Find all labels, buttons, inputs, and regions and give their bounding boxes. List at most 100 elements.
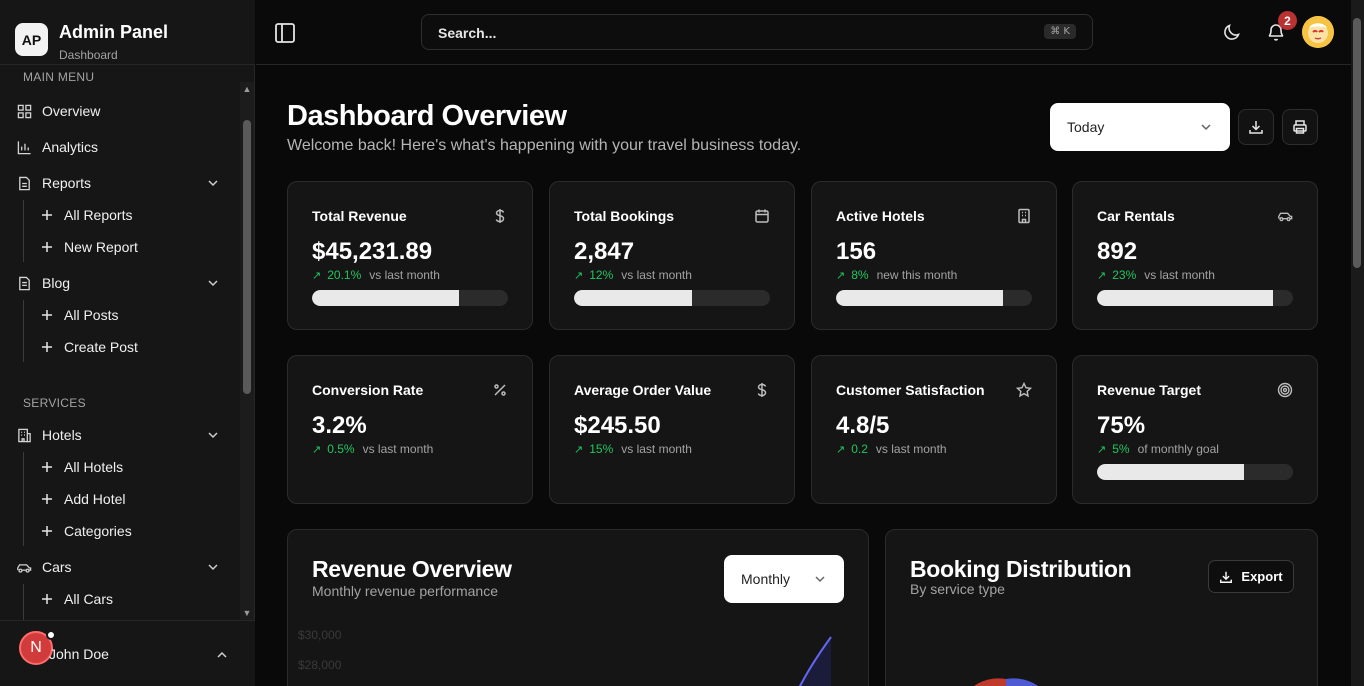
stat-value: 892 [1097,238,1138,265]
sidebar-item-reports[interactable]: Reports [10,168,232,198]
sidebar-item-overview[interactable]: Overview [10,96,232,126]
revenue-line-chart [798,636,832,686]
sidebar-subitem-all-hotels[interactable]: All Hotels [40,454,123,480]
sidebar-scroll-thumb[interactable] [243,120,251,394]
stat-delta: ↗ 5% of monthly goal [1097,442,1219,456]
printer-icon [1293,120,1307,134]
page-scrollbar[interactable] [1351,0,1364,686]
moon-icon[interactable] [1222,22,1242,42]
plus-icon [40,208,54,222]
plus-icon [40,592,54,606]
sidebar-item-label: Reports [42,175,92,191]
pie-slice-red [973,678,1006,686]
stat-delta-note: vs last month [362,442,434,456]
page-subtitle: Welcome back! Here's what's happening wi… [287,137,802,154]
sidebar-item-label: Analytics [42,139,99,155]
sidebar-subitem-all-reports[interactable]: All Reports [40,202,132,228]
stat-title: Active Hotels [836,208,925,224]
download-button[interactable] [1238,109,1274,145]
stat-delta-note: vs last month [621,442,692,456]
search-placeholder: Search... [438,25,497,41]
car-icon [1277,208,1293,224]
chevron-down-icon [1199,120,1213,134]
progress-fill [312,290,459,306]
section-main-menu: MAIN MENU [23,70,95,84]
chevron-up-icon[interactable] [215,648,229,662]
stat-value: 3.2% [312,412,367,439]
chevron-down-icon[interactable] [206,176,220,190]
progress-bar [836,290,1032,306]
stat-card-total-revenue: Total Revenue $45,231.89 ↗ 20.1% vs last m… [287,181,533,330]
notification-badge: 2 [1278,11,1297,30]
print-button[interactable] [1282,109,1318,145]
stat-value: 75% [1097,412,1146,439]
sidebar-item-analytics[interactable]: Analytics [10,132,232,162]
trend-up-icon: ↗ [836,443,846,456]
sidebar-subitem-create-post[interactable]: Create Post [40,334,138,360]
chevron-down-icon[interactable] [206,560,220,574]
stat-delta-value: 20.1% [327,268,362,282]
sidebar: AP Admin Panel Dashboard MAIN MENU Overv… [0,0,255,686]
plus-icon [40,308,54,322]
trend-up-icon: ↗ [574,443,584,456]
user-name: John Doe [49,646,109,662]
section-services: SERVICES [23,396,86,410]
percent-icon [492,382,508,398]
sidebar-toggle-icon[interactable] [274,22,296,44]
submenu-line [23,200,24,262]
sidebar-item-blog[interactable]: Blog [10,268,232,298]
user-menu[interactable]: N John Doe [0,620,255,686]
hotel-icon [1016,208,1032,224]
page-scroll-thumb[interactable] [1353,18,1361,268]
revenue-period-select[interactable]: Monthly [724,555,844,603]
sidebar-subitem-label: All Posts [64,307,119,323]
brand-title: Admin Panel [59,22,169,42]
sidebar-item-hotels[interactable]: Hotels [10,420,232,450]
file-text-icon [16,275,32,291]
sidebar-scrollbar[interactable]: ▲ ▼ [240,82,254,620]
brand-subtitle: Dashboard [59,48,118,62]
sidebar-item-label: Overview [42,103,101,119]
scroll-down-arrow-icon[interactable]: ▼ [242,608,252,618]
trend-up-icon: ↗ [1097,443,1107,456]
sidebar-item-label: Hotels [42,427,82,443]
chevron-down-icon[interactable] [206,276,220,290]
stat-delta-value: 0.5% [327,442,355,456]
stat-delta: ↗ 0.5% vs last month [312,442,433,456]
stat-card-conversion-rate: Conversion Rate 3.2% ↗ 0.5% vs last month [287,355,533,504]
page-title: Dashboard Overview [287,100,567,132]
sidebar-item-cars[interactable]: Cars [10,552,232,582]
revenue-overview-panel: Revenue Overview Monthly revenue perform… [287,529,869,686]
stat-value: 156 [836,238,877,265]
trend-up-icon: ↗ [574,269,584,282]
download-icon [1249,121,1263,134]
stat-card-total-bookings: Total Bookings 2,847 ↗ 12% vs last month [549,181,795,330]
grid-icon [16,103,32,119]
car-icon [16,559,32,575]
building-icon [16,427,32,443]
search-input[interactable]: Search... ⌘ K [421,14,1093,50]
stat-delta-value: 8% [851,268,869,282]
sidebar-subitem-all-posts[interactable]: All Posts [40,302,118,328]
period-select[interactable]: Today [1050,103,1230,151]
brand[interactable]: AP Admin Panel Dashboard [0,0,255,65]
sidebar-subitem-all-cars[interactable]: All Cars [40,586,113,612]
profile-avatar[interactable] [1302,16,1334,48]
scroll-up-arrow-icon[interactable]: ▲ [242,84,252,94]
panel-subtitle: By service type [910,581,1005,597]
submenu-line [23,300,24,362]
sidebar-subitem-add-hotel[interactable]: Add Hotel [40,486,125,512]
sidebar-subitem-new-report[interactable]: New Report [40,234,138,260]
dollar-icon [492,208,508,224]
progress-bar [312,290,508,306]
progress-fill [1097,290,1274,306]
plus-icon [40,340,54,354]
sidebar-subitem-categories[interactable]: Categories [40,518,132,544]
y-axis-tick: $28,000 [298,658,342,672]
progress-bar [1097,464,1293,480]
export-button[interactable]: Export [1208,560,1294,593]
chevron-down-icon[interactable] [206,428,220,442]
sidebar-subitem-label: Create Post [64,339,138,355]
progress-fill [574,290,692,306]
stat-delta-note: vs last month [1144,268,1215,282]
